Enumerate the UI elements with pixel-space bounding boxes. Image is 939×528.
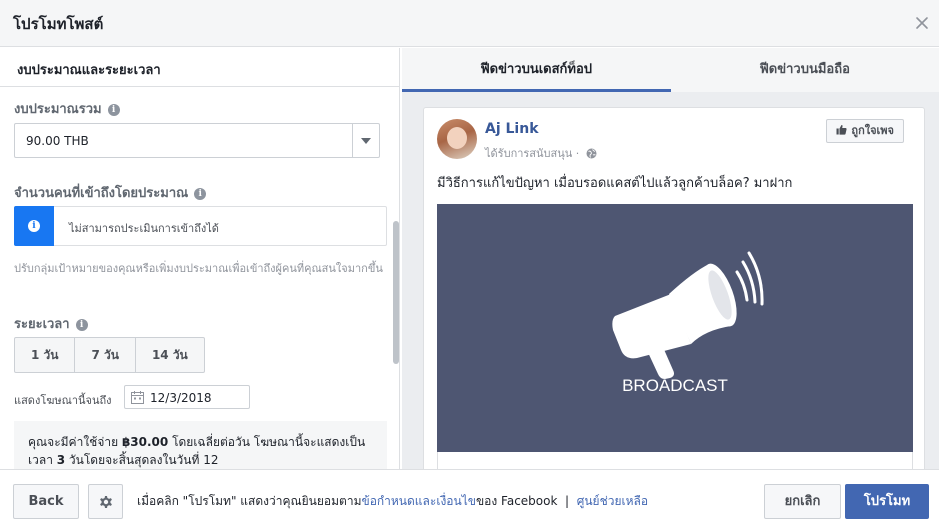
- post-preview-card: Aj Link ได้รับการสนับสนุน · ถูกใจเพจ มีว…: [423, 107, 925, 469]
- duration-1-day-button[interactable]: 1 วัน: [15, 338, 76, 372]
- duration-options: 1 วัน 7 วัน 14 วัน: [14, 337, 205, 373]
- like-page-button[interactable]: ถูกใจเพจ: [826, 119, 904, 143]
- cancel-button[interactable]: ยกเลิก: [764, 484, 841, 519]
- sponsored-label: ได้รับการสนับสนุน ·: [485, 144, 597, 162]
- end-date-label: แสดงโฆษณานี้จนถึง: [14, 394, 112, 407]
- tab-desktop-feed[interactable]: ฟีดข่าวบนเดสก์ท็อป: [402, 48, 671, 92]
- duration-label: ระยะเวลา i: [14, 313, 88, 334]
- left-panel-scrollbar[interactable]: [393, 221, 399, 364]
- daily-spend: ฿30.00: [121, 435, 169, 449]
- budget-duration-panel: งบประมาณและระยะเวลา งบประมาณรวม i 90.00 T…: [0, 48, 400, 469]
- promote-button[interactable]: โปรโมท: [845, 484, 929, 519]
- budget-label: งบประมาณรวม i: [14, 98, 120, 119]
- broadcast-label: BROADCAST: [622, 376, 728, 395]
- duration-7-days-button[interactable]: 7 วัน: [75, 338, 136, 372]
- dialog-header: โปรโมทโพสต์: [0, 0, 939, 47]
- duration-days: 3: [56, 453, 66, 467]
- reach-label: จำนวนคนที่เข้าถึงโดยประมาณ i: [14, 182, 207, 203]
- info-icon[interactable]: i: [194, 188, 207, 200]
- preview-tabs: ฟีดข่าวบนเดสก์ท็อป ฟีดข่าวบนมือถือ: [402, 48, 939, 92]
- budget-select[interactable]: 90.00 THB: [14, 123, 380, 158]
- end-date-input[interactable]: 12/3/2018: [124, 385, 250, 409]
- dialog-footer: Back เมื่อคลิก "โปรโมท" แสดงว่าคุณยินยอม…: [0, 469, 939, 528]
- gear-icon: [100, 496, 112, 508]
- info-badge: i: [14, 206, 54, 246]
- budget-dropdown-button[interactable]: [352, 124, 379, 157]
- info-icon: i: [28, 220, 40, 232]
- help-text: ปรับกลุ่มเป้าหมายของคุณหรือเพิ่มงบประมาณ…: [14, 262, 383, 275]
- megaphone-icon: [612, 251, 764, 379]
- ad-preview-panel: ฟีดข่าวบนเดสก์ท็อป ฟีดข่าวบนมือถือ Aj Li…: [402, 48, 939, 469]
- terms-text: เมื่อคลิก "โปรโมท" แสดงว่าคุณยินยอมตามข้…: [137, 494, 649, 508]
- thumbs-up-icon: [836, 124, 847, 135]
- help-center-link[interactable]: ศูนย์ช่วยเหลือ: [577, 494, 648, 508]
- spend-summary: คุณจะมีค่าใช้จ่าย ฿30.00 โดยเฉลี่ยต่อวัน…: [14, 421, 387, 469]
- settings-button[interactable]: [88, 484, 123, 519]
- reach-message: ไม่สามารถประเมินการเข้าถึงได้: [69, 222, 219, 235]
- post-caption: [437, 452, 913, 469]
- avatar[interactable]: [437, 119, 477, 159]
- budget-value: 90.00 THB: [26, 134, 89, 148]
- post-text: มีวิธีการแก้ไขปัญหา เมื่อบรอดแคสต์ไปแล้ว…: [437, 176, 793, 191]
- page-name[interactable]: Aj Link: [485, 121, 539, 137]
- tab-mobile-feed[interactable]: ฟีดข่าวบนมือถือ: [671, 48, 939, 92]
- calendar-icon: [131, 391, 144, 404]
- end-date-value: 12/3/2018: [150, 391, 212, 405]
- globe-icon: [586, 148, 597, 159]
- info-icon[interactable]: i: [107, 104, 120, 116]
- chevron-down-icon: [361, 138, 371, 144]
- back-button[interactable]: Back: [13, 484, 79, 519]
- dialog-title: โปรโมทโพสต์: [13, 15, 104, 33]
- section-title: งบประมาณและระยะเวลา: [0, 48, 399, 87]
- duration-14-days-button[interactable]: 14 วัน: [136, 338, 204, 372]
- info-icon[interactable]: i: [75, 319, 88, 331]
- reach-estimate-box: i ไม่สามารถประเมินการเข้าถึงได้: [14, 206, 387, 246]
- terms-link[interactable]: ข้อกำหนดและเงื่อนไข: [361, 494, 475, 508]
- post-image[interactable]: BROADCAST: [437, 204, 913, 452]
- close-icon[interactable]: [914, 15, 930, 31]
